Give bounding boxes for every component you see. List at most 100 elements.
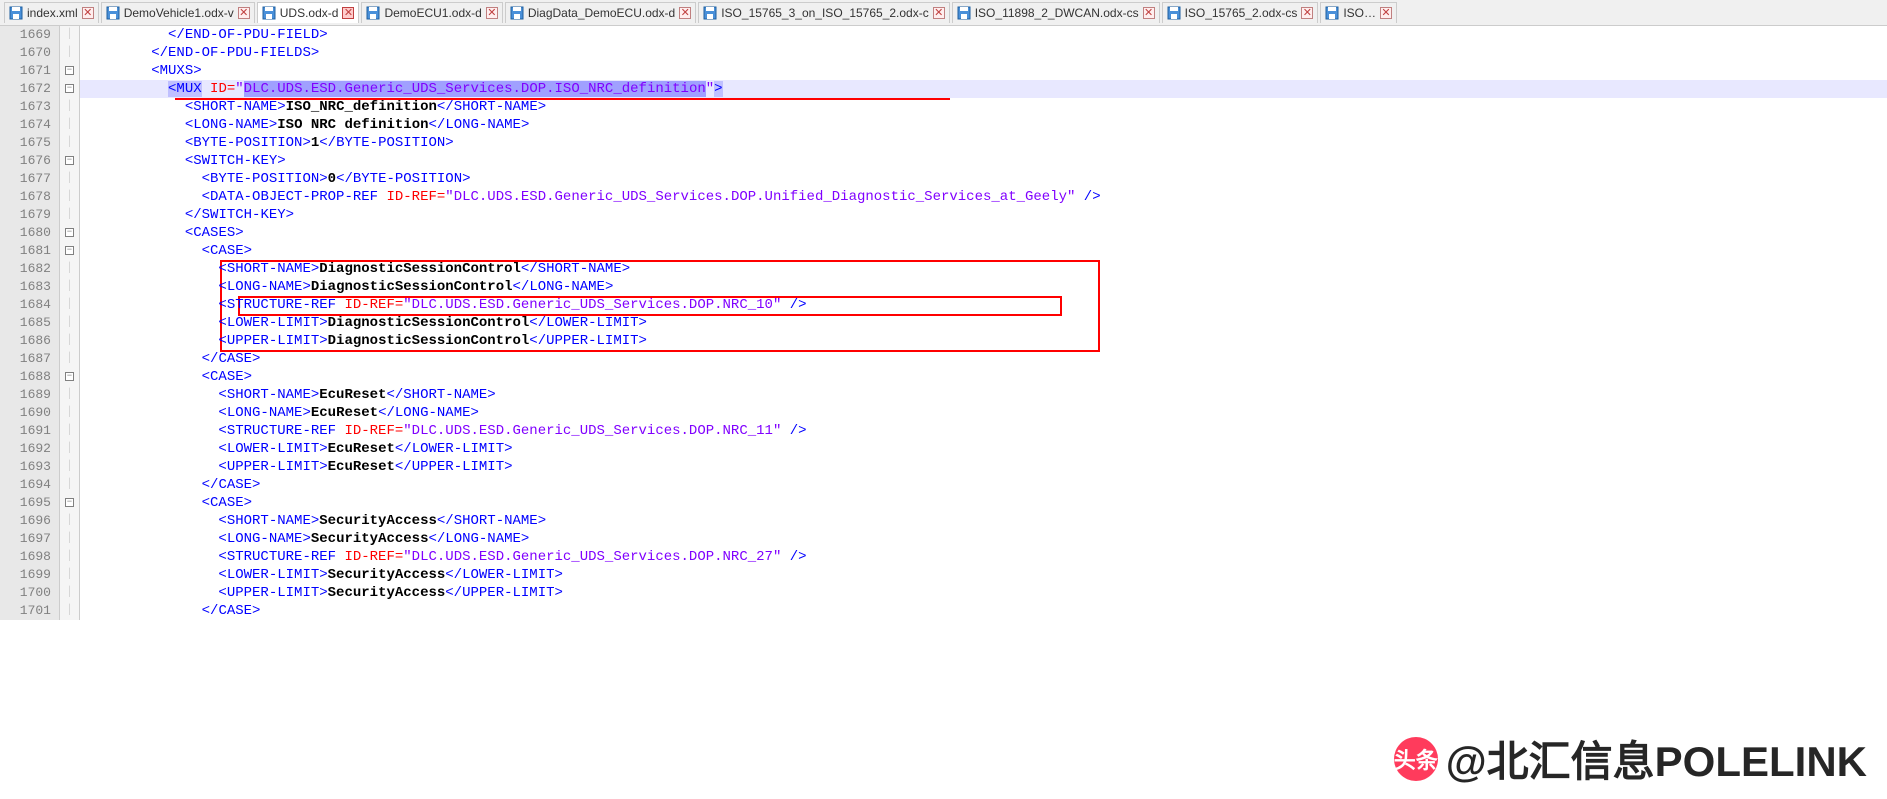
close-icon[interactable]: ✕ <box>933 7 945 19</box>
fold-minus-icon[interactable]: − <box>65 66 74 75</box>
close-icon[interactable]: ✕ <box>486 7 498 19</box>
code-line-1675[interactable]: <BYTE-POSITION>1</BYTE-POSITION> <box>80 134 1887 152</box>
fold-marker[interactable]: │ <box>60 134 79 152</box>
fold-marker[interactable]: │ <box>60 170 79 188</box>
fold-marker[interactable]: │ <box>60 188 79 206</box>
fold-marker[interactable]: │ <box>60 296 79 314</box>
close-icon[interactable]: ✕ <box>238 7 250 19</box>
tab-demoecu1-odx-d[interactable]: DemoECU1.odx-d✕ <box>361 2 502 23</box>
code-line-1687[interactable]: </CASE> <box>80 350 1887 368</box>
fold-marker[interactable]: │ <box>60 332 79 350</box>
fold-marker[interactable]: │ <box>60 116 79 134</box>
fold-minus-icon[interactable]: − <box>65 228 74 237</box>
fold-marker[interactable]: │ <box>60 422 79 440</box>
code-line-1674[interactable]: <LONG-NAME>ISO NRC definition</LONG-NAME… <box>80 116 1887 134</box>
code-line-1696[interactable]: <SHORT-NAME>SecurityAccess</SHORT-NAME> <box>80 512 1887 530</box>
fold-marker[interactable]: │ <box>60 206 79 224</box>
code-content[interactable]: </END-OF-PDU-FIELD> </END-OF-PDU-FIELDS>… <box>80 26 1887 620</box>
fold-marker[interactable]: │ <box>60 530 79 548</box>
tab-index-xml[interactable]: index.xml✕ <box>4 2 99 23</box>
fold-marker[interactable]: │ <box>60 98 79 116</box>
code-editor[interactable]: 1669167016711672167316741675167616771678… <box>0 26 1887 620</box>
code-line-1676[interactable]: <SWITCH-KEY> <box>80 152 1887 170</box>
code-line-1693[interactable]: <UPPER-LIMIT>EcuReset</UPPER-LIMIT> <box>80 458 1887 476</box>
code-line-1681[interactable]: <CASE> <box>80 242 1887 260</box>
code-line-1669[interactable]: </END-OF-PDU-FIELD> <box>80 26 1887 44</box>
fold-marker[interactable]: │ <box>60 512 79 530</box>
code-line-1692[interactable]: <LOWER-LIMIT>EcuReset</LOWER-LIMIT> <box>80 440 1887 458</box>
tab-iso-15765-3-on-iso-15765-2-odx-c[interactable]: ISO_15765_3_on_ISO_15765_2.odx-c✕ <box>698 2 950 23</box>
fold-marker[interactable]: │ <box>60 260 79 278</box>
fold-minus-icon[interactable]: − <box>65 156 74 165</box>
code-line-1690[interactable]: <LONG-NAME>EcuReset</LONG-NAME> <box>80 404 1887 422</box>
fold-minus-icon[interactable]: − <box>65 498 74 507</box>
fold-marker[interactable]: │ <box>60 602 79 620</box>
code-line-1673[interactable]: <SHORT-NAME>ISO_NRC_definition</SHORT-NA… <box>80 98 1887 116</box>
fold-marker[interactable]: − <box>60 224 79 242</box>
code-line-1695[interactable]: <CASE> <box>80 494 1887 512</box>
code-line-1671[interactable]: <MUXS> <box>80 62 1887 80</box>
code-line-1700[interactable]: <UPPER-LIMIT>SecurityAccess</UPPER-LIMIT… <box>80 584 1887 602</box>
fold-marker[interactable]: − <box>60 368 79 386</box>
fold-marker[interactable]: │ <box>60 404 79 422</box>
fold-column[interactable]: ││−−│││−│││−−││││││−││││││−││││││ <box>60 26 80 620</box>
close-icon[interactable]: ✕ <box>1380 7 1392 19</box>
fold-marker[interactable]: │ <box>60 26 79 44</box>
line-number: 1691 <box>0 422 59 440</box>
fold-marker[interactable]: │ <box>60 440 79 458</box>
tab-uds-odx-d[interactable]: UDS.odx-d✕ <box>257 2 360 23</box>
code-line-1677[interactable]: <BYTE-POSITION>0</BYTE-POSITION> <box>80 170 1887 188</box>
line-number: 1675 <box>0 134 59 152</box>
fold-marker[interactable]: − <box>60 242 79 260</box>
close-icon[interactable]: ✕ <box>1301 7 1313 19</box>
code-line-1694[interactable]: </CASE> <box>80 476 1887 494</box>
code-line-1680[interactable]: <CASES> <box>80 224 1887 242</box>
fold-marker[interactable]: │ <box>60 584 79 602</box>
fold-minus-icon[interactable]: − <box>65 372 74 381</box>
fold-marker[interactable]: │ <box>60 566 79 584</box>
fold-marker[interactable]: − <box>60 494 79 512</box>
code-line-1686[interactable]: <UPPER-LIMIT>DiagnosticSessionControl</U… <box>80 332 1887 350</box>
tab-iso-11898-2-dwcan-odx-cs[interactable]: ISO_11898_2_DWCAN.odx-cs✕ <box>952 2 1160 23</box>
code-line-1683[interactable]: <LONG-NAME>DiagnosticSessionControl</LON… <box>80 278 1887 296</box>
code-line-1691[interactable]: <STRUCTURE-REF ID-REF="DLC.UDS.ESD.Gener… <box>80 422 1887 440</box>
tab-demovehicle1-odx-v[interactable]: DemoVehicle1.odx-v✕ <box>101 2 255 23</box>
fold-marker[interactable]: − <box>60 62 79 80</box>
code-line-1685[interactable]: <LOWER-LIMIT>DiagnosticSessionControl</L… <box>80 314 1887 332</box>
line-number: 1697 <box>0 530 59 548</box>
fold-marker[interactable]: │ <box>60 386 79 404</box>
fold-marker[interactable]: − <box>60 152 79 170</box>
close-icon[interactable]: ✕ <box>1143 7 1155 19</box>
code-line-1698[interactable]: <STRUCTURE-REF ID-REF="DLC.UDS.ESD.Gener… <box>80 548 1887 566</box>
code-line-1684[interactable]: <STRUCTURE-REF ID-REF="DLC.UDS.ESD.Gener… <box>80 296 1887 314</box>
code-line-1678[interactable]: <DATA-OBJECT-PROP-REF ID-REF="DLC.UDS.ES… <box>80 188 1887 206</box>
code-line-1688[interactable]: <CASE> <box>80 368 1887 386</box>
fold-marker[interactable]: │ <box>60 314 79 332</box>
code-line-1701[interactable]: </CASE> <box>80 602 1887 620</box>
code-line-1679[interactable]: </SWITCH-KEY> <box>80 206 1887 224</box>
unsaved-icon[interactable]: ✕ <box>342 7 354 19</box>
fold-marker[interactable]: │ <box>60 458 79 476</box>
code-line-1697[interactable]: <LONG-NAME>SecurityAccess</LONG-NAME> <box>80 530 1887 548</box>
fold-marker[interactable]: │ <box>60 548 79 566</box>
logo-icon: 头条 <box>1394 737 1438 781</box>
fold-marker[interactable]: │ <box>60 44 79 62</box>
close-icon[interactable]: ✕ <box>679 7 691 19</box>
line-number: 1669 <box>0 26 59 44</box>
tab-iso-15765-2-odx-cs[interactable]: ISO_15765_2.odx-cs✕ <box>1162 2 1319 23</box>
tab-iso-[interactable]: ISO…✕ <box>1320 2 1397 23</box>
line-number: 1694 <box>0 476 59 494</box>
close-icon[interactable]: ✕ <box>82 7 94 19</box>
tab-diagdata-demoecu-odx-d[interactable]: DiagData_DemoECU.odx-d✕ <box>505 2 696 23</box>
code-line-1670[interactable]: </END-OF-PDU-FIELDS> <box>80 44 1887 62</box>
code-line-1699[interactable]: <LOWER-LIMIT>SecurityAccess</LOWER-LIMIT… <box>80 566 1887 584</box>
code-line-1672[interactable]: <MUX ID="DLC.UDS.ESD.Generic_UDS_Service… <box>80 80 1887 98</box>
fold-marker[interactable]: │ <box>60 278 79 296</box>
fold-minus-icon[interactable]: − <box>65 246 74 255</box>
fold-minus-icon[interactable]: − <box>65 84 74 93</box>
code-line-1682[interactable]: <SHORT-NAME>DiagnosticSessionControl</SH… <box>80 260 1887 278</box>
fold-marker[interactable]: │ <box>60 350 79 368</box>
code-line-1689[interactable]: <SHORT-NAME>EcuReset</SHORT-NAME> <box>80 386 1887 404</box>
fold-marker[interactable]: │ <box>60 476 79 494</box>
fold-marker[interactable]: − <box>60 80 79 98</box>
